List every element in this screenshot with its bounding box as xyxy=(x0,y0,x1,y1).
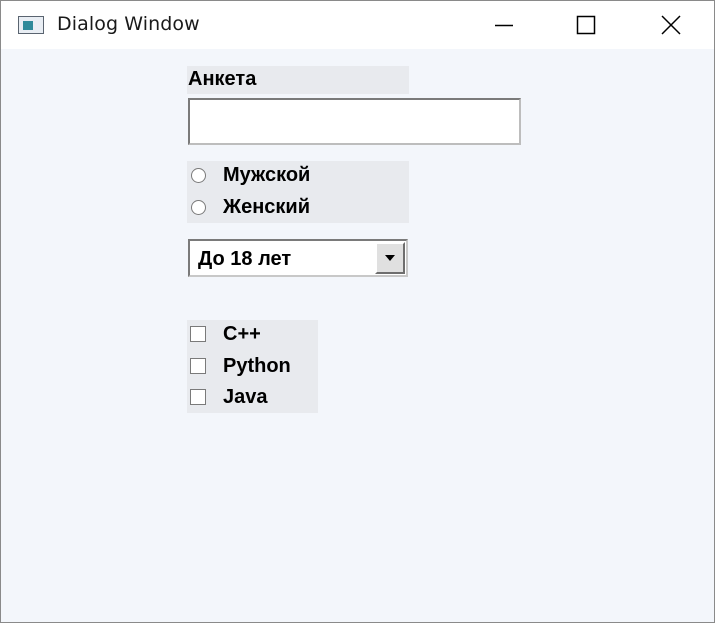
radio-label-female: Женский xyxy=(223,196,311,218)
title-bar[interactable]: Dialog Window xyxy=(1,1,714,49)
maximize-icon xyxy=(576,15,596,35)
checkbox-label-java: Java xyxy=(223,386,268,408)
dialog-window: Dialog Window Анкета Мужской Женский До … xyxy=(0,0,715,623)
checkbox-cpp[interactable] xyxy=(190,326,206,342)
age-select-value: До 18 лет xyxy=(198,248,292,270)
close-button[interactable] xyxy=(631,1,711,49)
dropdown-arrow-icon xyxy=(385,255,395,261)
checkbox-label-python: Python xyxy=(223,355,291,377)
radio-label-male: Мужской xyxy=(223,164,311,186)
checkbox-python[interactable] xyxy=(190,358,206,374)
radio-button-female[interactable] xyxy=(191,200,206,215)
name-input[interactable] xyxy=(188,98,521,145)
age-select-dropdown-button[interactable] xyxy=(375,242,405,274)
minimize-icon xyxy=(495,24,513,27)
radio-button-male[interactable] xyxy=(191,168,206,183)
minimize-button[interactable] xyxy=(464,1,544,49)
checkbox-label-cpp: C++ xyxy=(223,323,261,345)
maximize-button[interactable] xyxy=(546,1,626,49)
checkbox-java[interactable] xyxy=(190,389,206,405)
form-heading: Анкета xyxy=(188,68,257,90)
window-app-icon xyxy=(18,16,44,34)
age-select[interactable]: До 18 лет xyxy=(188,239,408,277)
close-icon xyxy=(661,15,681,35)
window-title: Dialog Window xyxy=(57,13,200,35)
